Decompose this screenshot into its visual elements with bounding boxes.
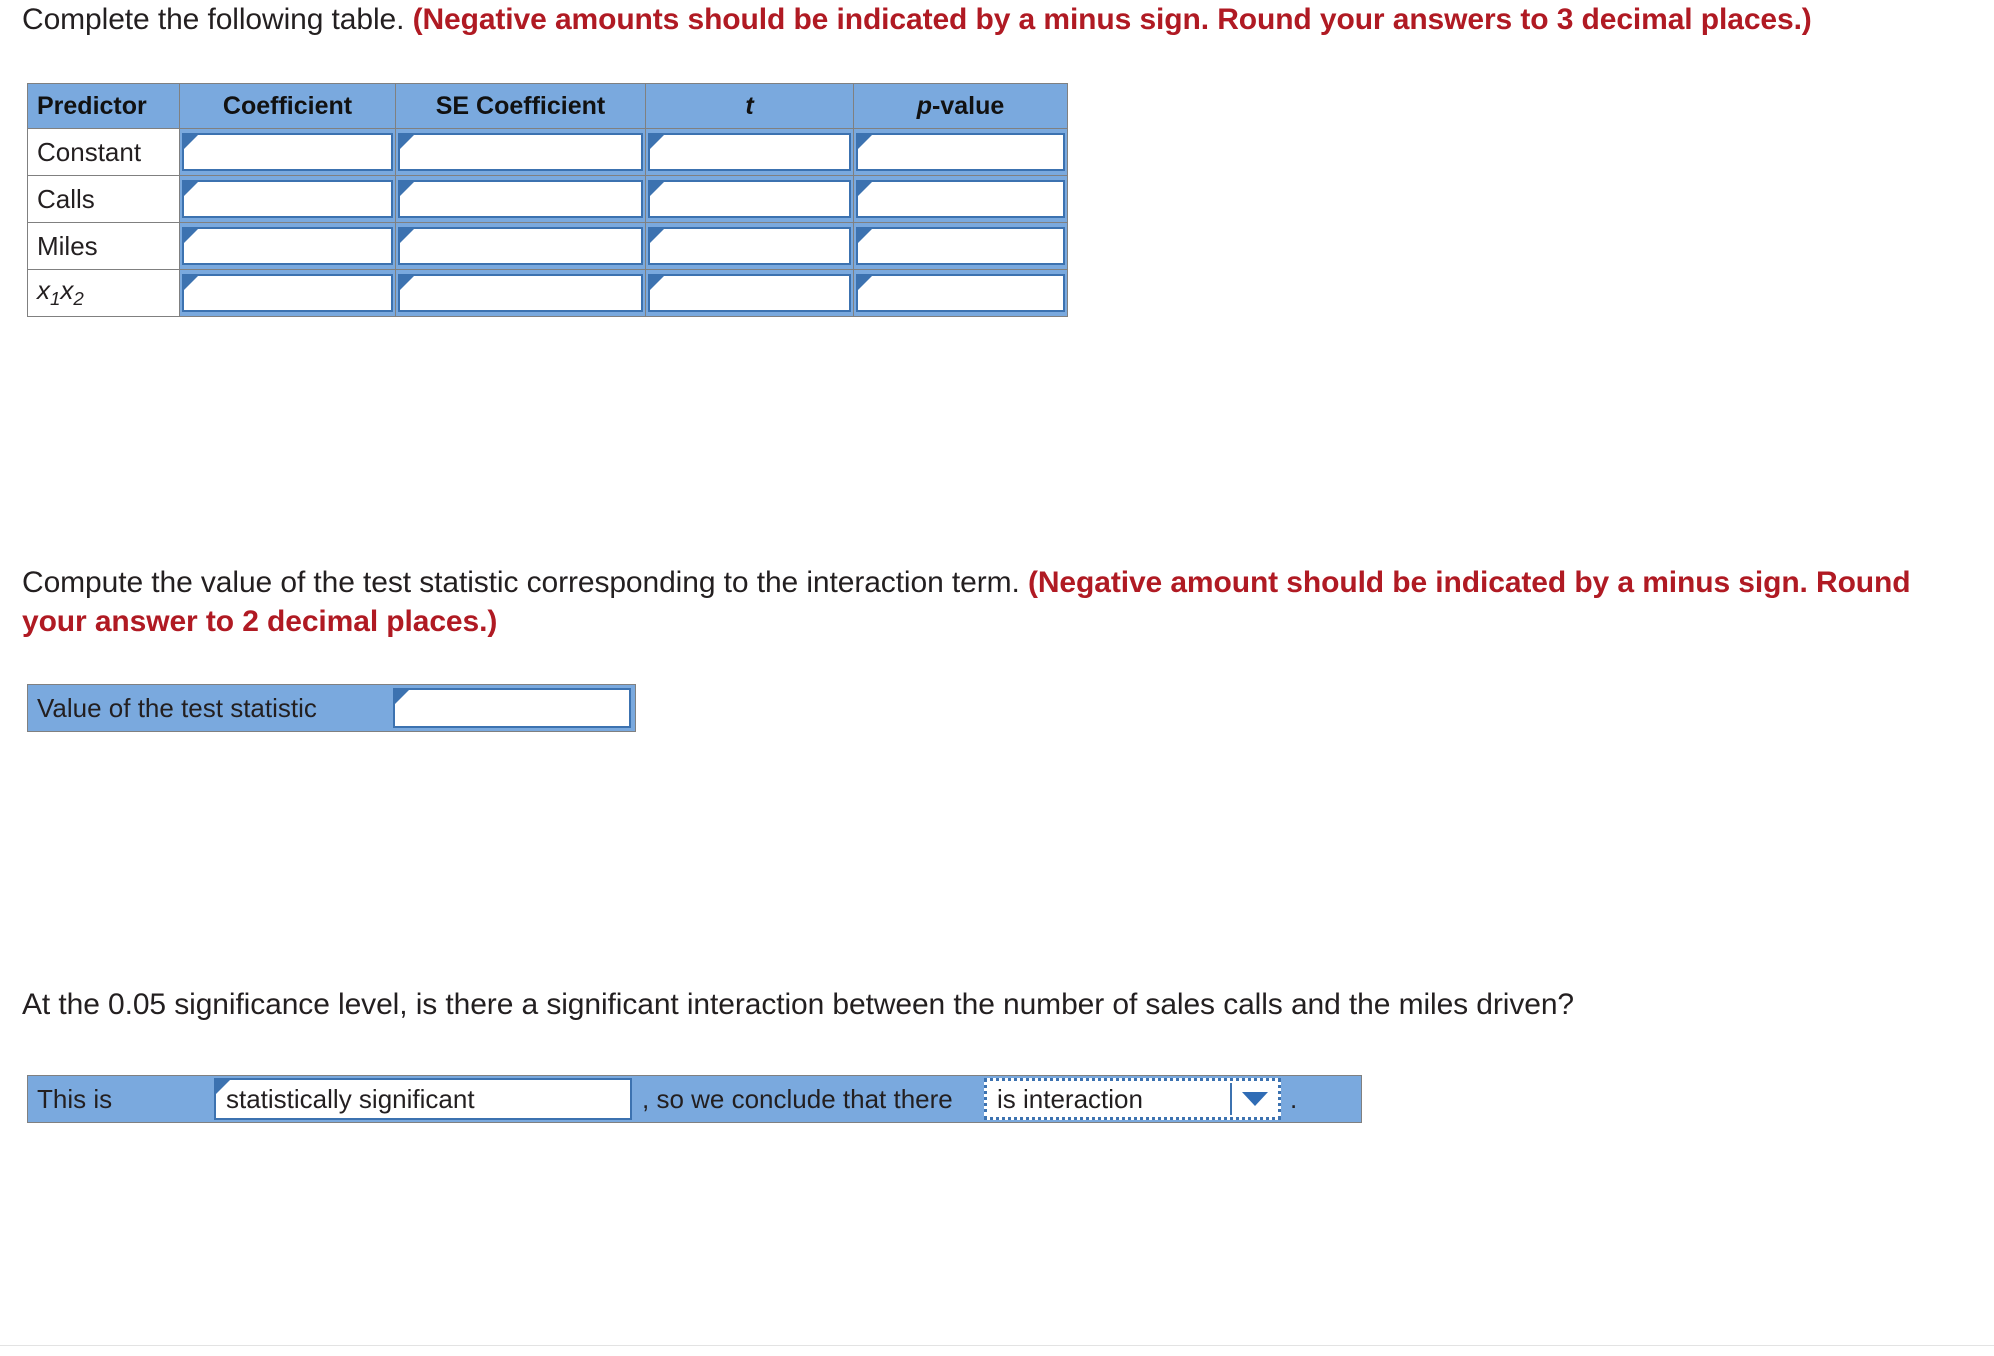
input-constant-coefficient[interactable] (182, 133, 393, 171)
cell-miles-se-coefficient (395, 222, 646, 270)
significance-select[interactable]: statistically significant (214, 1078, 632, 1120)
interaction-select[interactable]: is interaction (984, 1078, 1281, 1120)
input-calls-p-value[interactable] (856, 180, 1065, 218)
conclusion-row: This is statistically significant , so w… (27, 1075, 1362, 1123)
input-calls-se-coefficient[interactable] (398, 180, 643, 218)
table-row-interaction: x1x2 (27, 269, 1068, 317)
column-header-p-value: p-value (853, 83, 1068, 129)
input-calls-coefficient[interactable] (182, 180, 393, 218)
cell-constant-p-value (853, 128, 1068, 176)
input-miles-t[interactable] (648, 227, 851, 265)
question-1-prompt: Complete the following table. (Negative … (22, 0, 1982, 39)
conclusion-middle-text: , so we conclude that there (642, 1083, 953, 1114)
interaction-select-value: is interaction (997, 1083, 1143, 1114)
cell-calls-coefficient (179, 175, 396, 223)
table-header-row: Predictor Coefficient SE Coefficient t p… (27, 83, 1068, 129)
cell-interaction-se-coefficient (395, 269, 646, 317)
test-statistic-input[interactable] (393, 688, 631, 728)
cell-interaction-p-value (853, 269, 1068, 317)
question-2-prompt: Compute the value of the test statistic … (22, 563, 1962, 641)
cell-interaction-coefficient (179, 269, 396, 317)
conclusion-trailing-text: . (1290, 1083, 1298, 1114)
predictor-table: Predictor Coefficient SE Coefficient t p… (27, 83, 1068, 317)
question-1-note: (Negative amounts should be indicated by… (412, 3, 1812, 36)
input-interaction-se-coefficient[interactable] (398, 274, 643, 312)
cell-constant-coefficient (179, 128, 396, 176)
test-statistic-label: Value of the test statistic (37, 692, 317, 723)
question-2-text: Compute the value of the test statistic … (22, 566, 1028, 599)
row-label-miles: Miles (27, 222, 180, 270)
column-header-t-label: t (745, 91, 754, 120)
cell-calls-p-value (853, 175, 1068, 223)
table-row-miles: Miles (27, 222, 1068, 270)
chevron-down-icon[interactable] (1232, 1092, 1278, 1106)
cell-miles-coefficient (179, 222, 396, 270)
input-interaction-p-value[interactable] (856, 274, 1065, 312)
input-interaction-coefficient[interactable] (182, 274, 393, 312)
cell-interaction-t (645, 269, 854, 317)
table-row-calls: Calls (27, 175, 1068, 223)
cell-miles-p-value (853, 222, 1068, 270)
cell-miles-t (645, 222, 854, 270)
column-header-p-suffix: -value (932, 91, 1005, 120)
question-1-text: Complete the following table. (22, 3, 413, 36)
column-header-p-italic: p (916, 91, 932, 120)
cell-calls-t (645, 175, 854, 223)
column-header-coefficient: Coefficient (179, 83, 396, 129)
row-label-constant: Constant (27, 128, 180, 176)
input-miles-p-value[interactable] (856, 227, 1065, 265)
row-label-interaction: x1x2 (27, 269, 180, 317)
question-3-prompt: At the 0.05 significance level, is there… (22, 988, 1575, 1021)
cell-constant-t (645, 128, 854, 176)
input-calls-t[interactable] (648, 180, 851, 218)
input-constant-t[interactable] (648, 133, 851, 171)
column-header-predictor: Predictor (27, 83, 180, 129)
conclusion-lead-text: This is (37, 1083, 113, 1114)
row-label-calls: Calls (27, 175, 180, 223)
input-constant-se-coefficient[interactable] (398, 133, 643, 171)
worksheet-page: Complete the following table. (Negative … (0, 0, 1994, 1356)
table-row-constant: Constant (27, 128, 1068, 176)
column-header-se-coefficient: SE Coefficient (395, 83, 646, 129)
cell-calls-se-coefficient (395, 175, 646, 223)
column-header-t: t (645, 83, 854, 129)
cell-constant-se-coefficient (395, 128, 646, 176)
input-interaction-t[interactable] (648, 274, 851, 312)
test-statistic-row: Value of the test statistic (27, 684, 636, 732)
significance-select-value: statistically significant (226, 1083, 475, 1114)
input-constant-p-value[interactable] (856, 133, 1065, 171)
bottom-divider (0, 1345, 1994, 1346)
input-miles-coefficient[interactable] (182, 227, 393, 265)
input-miles-se-coefficient[interactable] (398, 227, 643, 265)
